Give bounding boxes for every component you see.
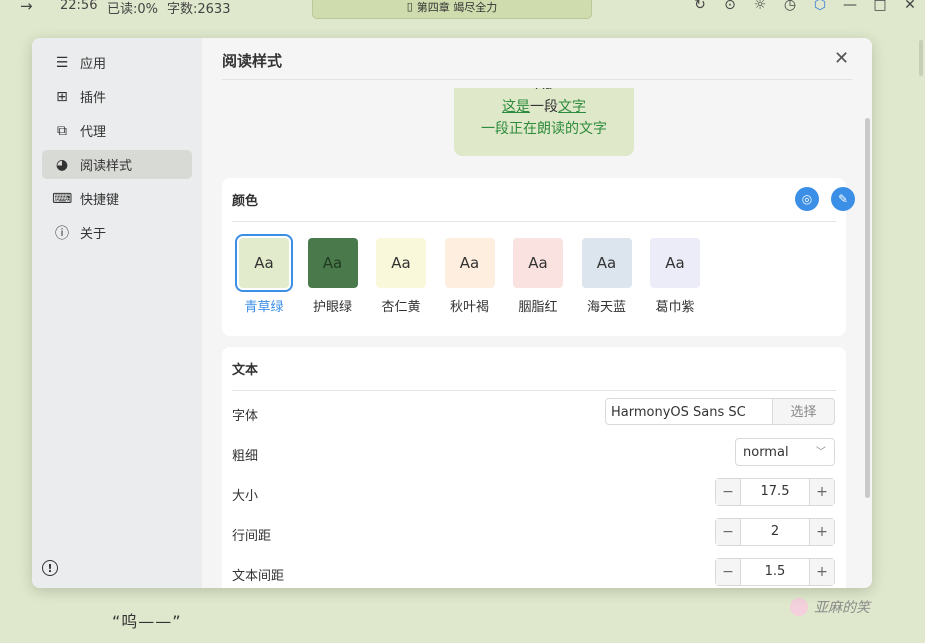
style-preview: Aa 这是一段文字 一段正在朗读的文字 xyxy=(454,88,634,156)
font-select-button[interactable]: 选择 xyxy=(773,398,835,425)
color-section-title: 颜色 xyxy=(232,194,259,209)
play-icon[interactable]: ⊙ xyxy=(715,0,745,13)
color-swatch-label: 秋叶褐 xyxy=(449,300,489,315)
color-swatch[interactable]: Aa xyxy=(307,238,358,288)
sidebar-item-label: 快捷键 xyxy=(80,193,120,208)
letter-spacing-minus-button[interactable]: − xyxy=(716,559,741,585)
preview-line-2: 一段正在朗读的文字 xyxy=(481,121,607,137)
letter-spacing-label: 文本间距 xyxy=(232,569,285,584)
color-swatch[interactable]: Aa xyxy=(650,238,700,288)
text-divider xyxy=(232,390,836,391)
reading-text: “呜——” xyxy=(112,612,182,631)
refresh-icon[interactable]: ↻ xyxy=(685,0,715,13)
weight-select[interactable]: normal ﹀ xyxy=(735,438,835,466)
read-progress: 已读:0% xyxy=(107,2,159,17)
letter-spacing-stepper: − 1.5 + xyxy=(715,558,835,586)
sidebar-item-proxy[interactable]: ⧉ 代理 xyxy=(42,116,192,145)
letter-spacing-plus-button[interactable]: + xyxy=(809,559,834,585)
preview-aa: Aa xyxy=(454,88,634,93)
weight-value: normal xyxy=(743,445,789,460)
chevron-down-icon: ﹀ xyxy=(816,447,826,458)
sidebar-item-reading-style[interactable]: ◕ 阅读样式 xyxy=(42,150,192,179)
reader-top-bar: → 22:56 已读:0% 字数:2633 ▯ 第四章 竭尽全力 ↻ ⊙ ☼ ◷… xyxy=(0,0,925,19)
color-swatch[interactable]: Aa xyxy=(235,234,293,292)
chapter-selector[interactable]: ▯ 第四章 竭尽全力 xyxy=(312,0,592,19)
page-title: 阅读样式 xyxy=(222,52,283,70)
color-swatch[interactable]: Aa xyxy=(513,238,563,288)
history-icon[interactable]: ◷ xyxy=(775,0,805,13)
line-height-value[interactable]: 2 xyxy=(741,519,809,545)
text-card: 文本 字体 HarmonyOS Sans SC 选择 粗细 normal ﹀ 大… xyxy=(222,347,846,588)
size-stepper: − 17.5 + xyxy=(715,478,835,506)
palette-icon: ◕ xyxy=(55,156,69,173)
brightness-icon[interactable]: ☼ xyxy=(745,0,775,13)
sidebar-item-label: 应用 xyxy=(80,57,107,72)
preview-highlight: 文字 xyxy=(558,99,586,115)
book-icon: ▯ xyxy=(406,0,413,13)
sidebar-item-app[interactable]: ☰ 应用 xyxy=(42,48,192,77)
settings-sidebar: ☰ 应用 ⊞ 插件 ⧉ 代理 ◕ 阅读样式 ⌨ 快捷键 ⓘ 关于 ! xyxy=(32,38,202,588)
color-swatch-label: 杏仁黄 xyxy=(381,300,421,315)
info-icon: ⓘ xyxy=(55,225,69,242)
keyboard-icon: ⌨ xyxy=(52,190,73,207)
weight-label: 粗细 xyxy=(232,449,259,464)
color-swatch[interactable]: Aa xyxy=(581,238,632,288)
letter-spacing-value[interactable]: 1.5 xyxy=(741,559,809,585)
sidebar-item-label: 代理 xyxy=(80,125,107,140)
close-icon[interactable]: ✕ xyxy=(834,48,849,69)
color-swatch[interactable]: Aa xyxy=(444,238,495,288)
word-count: 字数:2633 xyxy=(167,2,231,17)
preview-plain: 一段 xyxy=(530,99,558,115)
scan-color-icon[interactable]: ◎ xyxy=(795,187,819,211)
chapter-title: 第四章 竭尽全力 xyxy=(416,0,498,14)
preview-line-1: 这是一段文字 xyxy=(454,96,634,116)
sidebar-item-about[interactable]: ⓘ 关于 xyxy=(42,218,192,247)
clock-time: 22:56 xyxy=(60,0,98,13)
title-divider xyxy=(222,79,852,80)
forward-arrow-icon[interactable]: → xyxy=(20,0,33,15)
size-value[interactable]: 17.5 xyxy=(741,479,809,505)
preview-highlight: 这是 xyxy=(502,99,530,115)
color-swatch-label: 青草绿 xyxy=(244,300,284,315)
window-controls: ↻ ⊙ ☼ ◷ ⬡ — □ ✕ xyxy=(685,0,925,13)
sidebar-item-plugins[interactable]: ⊞ 插件 xyxy=(42,82,192,111)
sidebar-item-label: 插件 xyxy=(80,91,107,106)
color-divider xyxy=(232,221,836,222)
color-swatch[interactable]: Aa xyxy=(376,238,426,288)
settings-dialog: ☰ 应用 ⊞ 插件 ⧉ 代理 ◕ 阅读样式 ⌨ 快捷键 ⓘ 关于 ! 阅读样式 … xyxy=(32,38,872,588)
sliders-icon: ☰ xyxy=(55,54,69,71)
settings-icon[interactable]: ⬡ xyxy=(805,0,835,13)
grid-icon: ⊞ xyxy=(56,88,68,105)
color-swatch-label: 海天蓝 xyxy=(586,300,626,315)
font-label: 字体 xyxy=(232,409,259,424)
text-section-title: 文本 xyxy=(232,363,259,378)
watermark: 亚麻的笑 xyxy=(790,597,870,617)
size-plus-button[interactable]: + xyxy=(809,479,834,505)
line-height-label: 行间距 xyxy=(232,529,272,544)
sidebar-item-label: 阅读样式 xyxy=(80,159,133,174)
settings-content: 阅读样式 ✕ Aa 这是一段文字 一段正在朗读的文字 颜色 ◎ ✎ Aa 青草绿 A… xyxy=(202,38,872,588)
size-label: 大小 xyxy=(232,489,259,504)
sidebar-item-shortcuts[interactable]: ⌨ 快捷键 xyxy=(42,184,192,213)
alert-icon[interactable]: ! xyxy=(42,560,58,576)
minimize-icon[interactable]: — xyxy=(835,0,865,13)
color-swatch-label: 葛巾紫 xyxy=(655,300,695,315)
page-scrollbar[interactable] xyxy=(919,40,923,76)
sidebar-item-label: 关于 xyxy=(80,227,107,242)
watermark-text: 亚麻的笑 xyxy=(814,600,870,616)
line-height-minus-button[interactable]: − xyxy=(716,519,741,545)
color-swatch-label: 胭脂红 xyxy=(518,300,558,315)
network-icon: ⧉ xyxy=(57,122,67,139)
watermark-avatar-icon xyxy=(790,598,808,616)
color-swatch-label: 护眼绿 xyxy=(312,300,352,315)
maximize-icon[interactable]: □ xyxy=(865,0,895,13)
line-height-plus-button[interactable]: + xyxy=(809,519,834,545)
edit-color-icon[interactable]: ✎ xyxy=(831,187,855,211)
line-height-stepper: − 2 + xyxy=(715,518,835,546)
size-minus-button[interactable]: − xyxy=(716,479,741,505)
close-window-icon[interactable]: ✕ xyxy=(895,0,925,13)
font-field[interactable]: HarmonyOS Sans SC xyxy=(605,398,773,425)
color-card: 颜色 ◎ ✎ Aa 青草绿 Aa 护眼绿 Aa 杏仁黄 Aa 秋叶褐 Aa 胭脂红 Aa 海天蓝 Aa 葛… xyxy=(222,178,855,336)
content-scrollbar[interactable] xyxy=(865,118,870,498)
